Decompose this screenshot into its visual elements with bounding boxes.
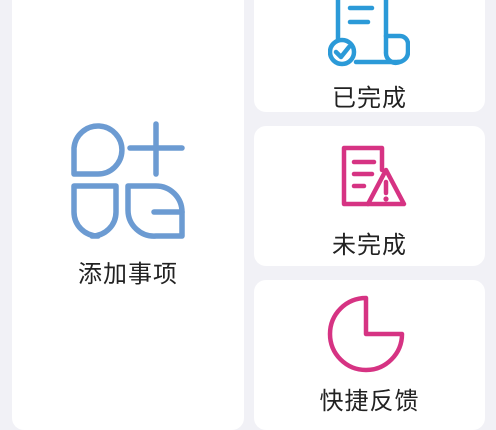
- quick-feedback-label: 快捷反馈: [319, 387, 420, 415]
- quick-feedback-card[interactable]: 快捷反馈: [254, 280, 485, 430]
- completed-label: 已完成: [332, 84, 407, 112]
- uncompleted-label: 未完成: [332, 231, 407, 259]
- completed-document-icon: [328, 0, 410, 67]
- add-items-icon: [71, 121, 185, 239]
- warning-document-icon: [341, 145, 407, 207]
- uncompleted-card[interactable]: 未完成: [254, 126, 485, 266]
- completed-card[interactable]: 已完成: [254, 0, 485, 112]
- add-item-label: 添加事项: [78, 260, 178, 288]
- add-item-card[interactable]: 添加事项: [12, 0, 244, 430]
- pie-chart-icon: [327, 295, 405, 373]
